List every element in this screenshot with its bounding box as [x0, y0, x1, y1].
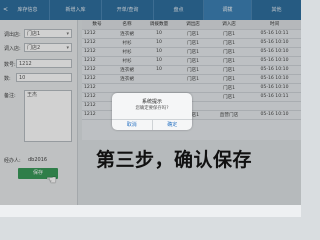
confirm-dialog: 系统提示 您确定要保存吗? 取消 确定: [112, 93, 192, 130]
app-screen: 库存信息 新增入库 开单/查询 盘点 调拨 其他 < 调出店: 门店1 ▾ 调入…: [0, 0, 301, 217]
dialog-title: 系统提示: [141, 99, 162, 105]
confirm-button[interactable]: 确定: [153, 120, 193, 130]
tutorial-caption: 第三步，确认保存: [96, 149, 253, 171]
dialog-button-bar: 取消 确定: [112, 119, 192, 130]
cancel-button[interactable]: 取消: [112, 120, 153, 130]
dialog-message: 您确定要保存吗?: [135, 106, 169, 111]
bottom-strip: [0, 205, 301, 217]
